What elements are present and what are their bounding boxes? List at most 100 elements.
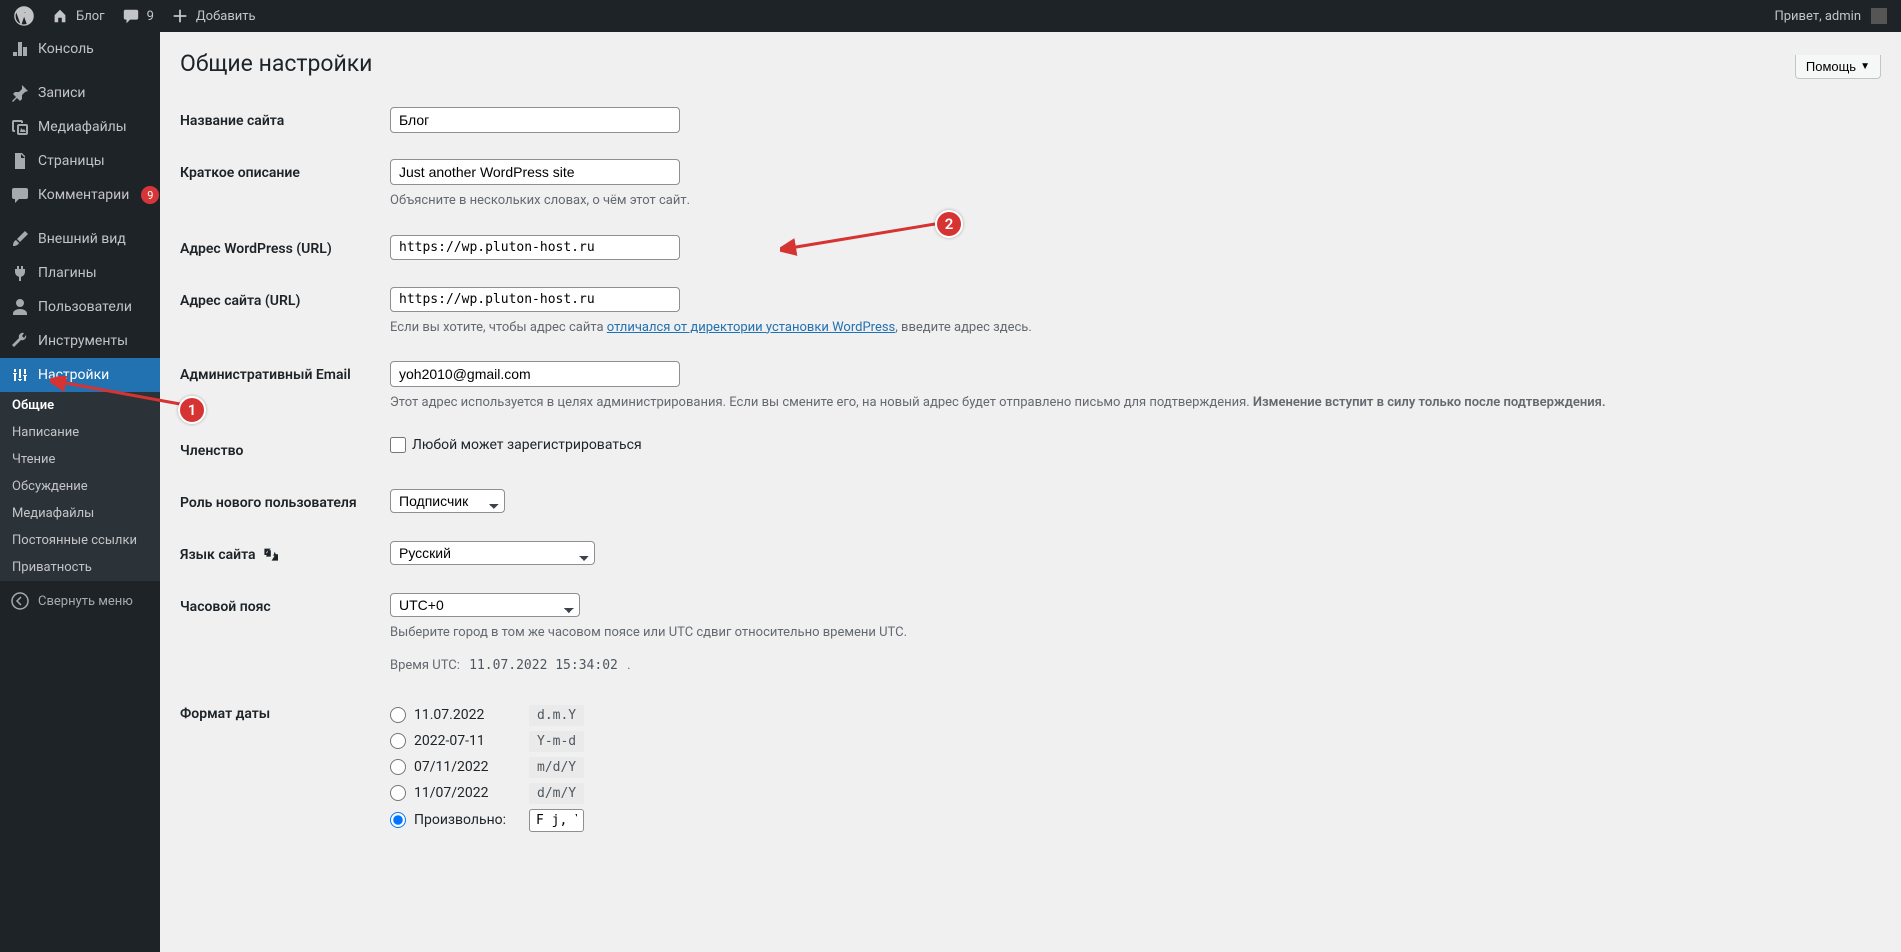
menu-plugins-label: Плагины [38,265,97,281]
site-link[interactable]: Блог [42,0,113,32]
membership-check-text: Любой может зарегистрироваться [412,437,642,453]
date-format-radio-custom[interactable] [390,812,406,828]
wrench-icon [10,331,30,351]
date-format-custom[interactable]: Произвольно: [390,809,1871,832]
menu-appearance[interactable]: Внешний вид [0,222,160,256]
user-icon [10,297,30,317]
date-format-code3: m/d/Y [529,757,584,778]
date-format-code1: d.m.Y [529,705,584,726]
role-label: Роль нового пользователя [180,477,380,529]
site-title-label: Название сайта [180,95,380,147]
menu-comments[interactable]: Комментарии 9 [0,178,160,212]
site-url-description: Если вы хотите, чтобы адрес сайта отлича… [390,318,1871,338]
lang-label: Язык сайта [180,547,256,563]
menu-posts[interactable]: Записи [0,76,160,110]
site-url-desc-part1: Если вы хотите, чтобы адрес сайта [390,320,607,335]
menu-pages[interactable]: Страницы [0,144,160,178]
date-format-opt4[interactable]: 11/07/2022 d/m/Y [390,783,1871,804]
admin-email-desc-part1: Этот адрес используется в целях админист… [390,395,1253,410]
date-format-opt3[interactable]: 07/11/2022 m/d/Y [390,757,1871,778]
admin-email-desc-part2: Изменение вступит в силу только после по… [1253,395,1606,410]
tz-description: Выберите город в том же часовом поясе ил… [390,623,1871,643]
home-icon [50,6,70,26]
user-menu[interactable]: Привет, admin [1766,0,1895,32]
submenu-writing[interactable]: Написание [0,419,160,446]
date-format-label: Формат даты [180,688,380,849]
date-format-radio2[interactable] [390,733,406,749]
utc-time-label: Время UTC: [390,658,463,673]
menu-console[interactable]: Консоль [0,32,160,66]
date-format-radio1[interactable] [390,707,406,723]
help-panel: Помощь ▼ [1795,55,1881,79]
greeting-text: Привет, admin [1774,9,1861,24]
comment-icon [121,6,141,26]
date-format-custom-label: Произвольно: [414,812,529,828]
collapse-icon [10,591,30,611]
wp-logo-menu[interactable] [6,0,42,32]
annotation-marker-1: 1 [178,396,206,424]
menu-users-label: Пользователи [38,299,132,315]
sliders-icon [10,365,30,385]
annotation-marker-2: 2 [935,210,963,238]
comment-icon [10,185,30,205]
date-format-custom-input[interactable] [529,809,584,832]
site-url-input[interactable] [390,287,680,312]
menu-posts-label: Записи [38,85,86,101]
menu-console-label: Консоль [38,41,94,57]
comments-badge: 9 [141,186,159,204]
date-format-radio3[interactable] [390,759,406,775]
collapse-label: Свернуть меню [38,594,133,609]
site-url-desc-part2: , введите адрес здесь. [895,320,1032,335]
wp-url-label: Адрес WordPress (URL) [180,223,380,275]
utc-time-value: 11.07.2022 15:34:02 [463,656,624,675]
tagline-input[interactable] [390,159,680,185]
date-format-label1: 11.07.2022 [414,707,529,723]
date-format-opt2[interactable]: 2022-07-11 Y-m-d [390,731,1871,752]
help-toggle-button[interactable]: Помощь ▼ [1795,55,1881,79]
submenu-reading[interactable]: Чтение [0,446,160,473]
site-url-desc-link[interactable]: отличался от директории установки WordPr… [607,320,895,335]
menu-tools[interactable]: Инструменты [0,324,160,358]
topbar-right: Привет, admin [1766,0,1895,32]
topbar-add-new[interactable]: Добавить [162,0,264,32]
lang-select[interactable]: Русский [390,541,595,565]
collapse-menu[interactable]: Свернуть меню [0,581,160,621]
translate-icon [262,547,278,563]
membership-checkbox[interactable] [390,437,406,453]
membership-check-label[interactable]: Любой может зарегистрироваться [390,437,1871,453]
wordpress-icon [14,6,34,26]
dashboard-icon [10,39,30,59]
role-select[interactable]: Подписчик [390,489,505,513]
plugin-icon [10,263,30,283]
date-format-opt1[interactable]: 11.07.2022 d.m.Y [390,705,1871,726]
submenu-media[interactable]: Медиафайлы [0,500,160,527]
submenu-permalinks[interactable]: Постоянные ссылки [0,527,160,554]
topbar-left: Блог 9 Добавить [6,0,264,32]
annotation-arrow-2 [780,218,945,258]
admin-email-input[interactable] [390,361,680,387]
add-new-label: Добавить [196,9,256,24]
submenu-privacy[interactable]: Приватность [0,554,160,581]
menu-plugins[interactable]: Плагины [0,256,160,290]
date-format-label3: 07/11/2022 [414,759,529,775]
brush-icon [10,229,30,249]
menu-media[interactable]: Медиафайлы [0,110,160,144]
pin-icon [10,83,30,103]
menu-media-label: Медиафайлы [38,119,127,135]
date-format-radio4[interactable] [390,785,406,801]
admin-email-description: Этот адрес используется в целях админист… [390,393,1871,413]
menu-users[interactable]: Пользователи [0,290,160,324]
tz-label: Часовой пояс [180,581,380,688]
settings-submenu: Общие Написание Чтение Обсуждение Медиаф… [0,392,160,581]
topbar-comments[interactable]: 9 [113,0,162,32]
submenu-discussion[interactable]: Обсуждение [0,473,160,500]
menu-tools-label: Инструменты [38,333,128,349]
admin-email-label: Административный Email [180,349,380,425]
user-avatar-icon [1871,8,1887,24]
tz-select[interactable]: UTC+0 [390,593,580,617]
utc-time-row: Время UTC: 11.07.2022 15:34:02 . [390,656,1871,676]
menu-comments-label: Комментарии [38,187,129,203]
wp-url-input[interactable] [390,235,680,260]
site-title-input[interactable] [390,107,680,133]
main-content: Помощь ▼ Общие настройки Название сайта … [160,50,1901,869]
